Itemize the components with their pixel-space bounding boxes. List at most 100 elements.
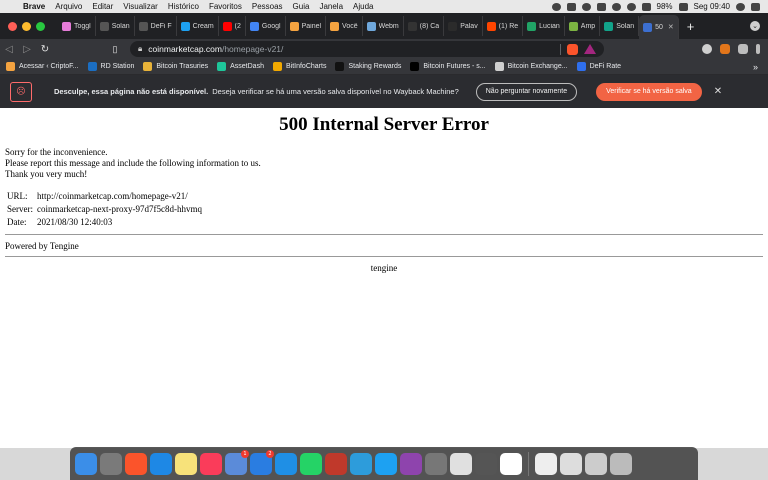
bookmark-item[interactable]: Bitcoin Futures - s...	[410, 62, 486, 71]
dock-notion-icon[interactable]	[500, 452, 522, 475]
bookmark-label: Bitcoin Exchange...	[507, 63, 568, 70]
bookmark-item[interactable]: DeFi Rate	[576, 62, 621, 71]
bookmark-item[interactable]: AssetDash	[217, 62, 264, 71]
dock-screenshot-icon[interactable]	[560, 452, 582, 475]
divider	[5, 256, 763, 257]
minimize-window-button[interactable]	[22, 21, 31, 31]
status-icon[interactable]	[566, 2, 576, 11]
dock-notes-icon[interactable]	[175, 452, 197, 475]
menu-favoritos[interactable]: Favoritos	[204, 2, 247, 11]
profile-extension-icon[interactable]	[702, 44, 712, 54]
dock-calendar-file-icon[interactable]	[585, 452, 607, 475]
dock-sync-icon[interactable]	[275, 452, 297, 475]
menu-historico[interactable]: Histórico	[163, 2, 204, 11]
volume-icon[interactable]	[641, 2, 651, 11]
more-bookmarks-icon[interactable]: »	[753, 62, 768, 72]
tab[interactable]: Palav	[444, 16, 483, 36]
tab[interactable]: DeFi F	[135, 16, 177, 36]
menu-visualizar[interactable]: Visualizar	[118, 2, 163, 11]
dock-search-icon[interactable]	[350, 452, 372, 475]
bookmark-page-icon[interactable]: ▯	[106, 44, 124, 55]
dock-textedit-icon[interactable]	[450, 452, 472, 475]
tab[interactable]: (8) Ca	[404, 16, 445, 36]
bookmark-item[interactable]: RD Station	[87, 62, 134, 71]
new-tab-button[interactable]: +	[679, 19, 703, 34]
clock[interactable]: Seg 09:40	[694, 2, 730, 11]
dock-trash-icon[interactable]	[610, 452, 632, 475]
tab[interactable]: (2	[219, 16, 246, 36]
bookmark-item[interactable]: Bitcoin Trasuries	[143, 62, 208, 71]
close-icon[interactable]: ✕	[714, 86, 722, 97]
bluetooth-icon[interactable]	[611, 2, 621, 11]
reload-icon[interactable]: ↻	[36, 44, 54, 55]
status-icon[interactable]	[551, 2, 561, 11]
menu-janela[interactable]: Janela	[314, 2, 348, 11]
dock-finder-icon[interactable]	[75, 452, 97, 475]
metamask-icon[interactable]	[720, 44, 730, 54]
dock-preview-icon[interactable]: 1	[225, 449, 249, 475]
bookmark-item[interactable]: Bitcoin Exchange...	[494, 62, 568, 71]
battery-icon[interactable]	[678, 2, 688, 11]
dont-ask-again-button[interactable]: Não perguntar novamente	[475, 82, 578, 101]
menu-arquivo[interactable]: Arquivo	[50, 2, 87, 11]
tab[interactable]: Amp	[565, 16, 601, 36]
dock-whatsapp-icon[interactable]	[300, 452, 322, 475]
status-icon[interactable]	[581, 2, 591, 11]
search-icon[interactable]	[736, 2, 745, 11]
brave-rewards-icon[interactable]	[584, 44, 596, 54]
dock-brave-icon[interactable]	[125, 452, 147, 475]
close-window-button[interactable]	[8, 21, 17, 31]
tab[interactable]: Webm	[363, 16, 404, 36]
bookmark-item[interactable]: Staking Rewards	[335, 62, 401, 71]
status-icon[interactable]	[596, 2, 606, 11]
address-bar[interactable]: 🔒︎ coinmarketcap.com/homepage-v21/	[130, 41, 604, 57]
lock-icon[interactable]: 🔒︎	[138, 44, 142, 54]
control-center-icon[interactable]	[751, 2, 760, 11]
tab-search-icon[interactable]: ⌄	[750, 21, 760, 31]
browser-toolbar: ◁ ▷ ↻ ▯ 🔒︎ coinmarketcap.com/homepage-v2…	[0, 39, 768, 59]
battery-percent[interactable]: 98%	[657, 2, 673, 11]
menu-pessoas[interactable]: Pessoas	[247, 2, 288, 11]
tab[interactable]: Cream	[177, 16, 219, 36]
dock-app-store-icon[interactable]: 2	[250, 449, 274, 475]
bookmark-item[interactable]: BitInfoCharts	[272, 62, 326, 71]
dock-klokki-icon[interactable]	[375, 452, 397, 475]
tab[interactable]: Solan	[96, 16, 135, 36]
back-arrow-icon[interactable]: ◁	[0, 44, 18, 55]
menu-ajuda[interactable]: Ajuda	[348, 2, 378, 11]
tab[interactable]: Toggl	[58, 16, 96, 36]
powered-by: Powered by Tengine	[5, 241, 79, 251]
menu-editar[interactable]: Editar	[87, 2, 118, 11]
dock-vlc-icon[interactable]	[425, 452, 447, 475]
wifi-icon[interactable]	[626, 2, 636, 11]
bookmark-item[interactable]: Acessar ‹ CriptoF...	[6, 62, 79, 71]
tab-active[interactable]: 50 ✕	[639, 15, 679, 39]
check-saved-version-button[interactable]: Verificar se há versão salva	[596, 82, 702, 101]
dock-music-icon[interactable]	[200, 452, 222, 475]
tab-label: Solan	[616, 22, 635, 30]
bookmark-favicon-icon	[6, 62, 15, 71]
puzzle-extensions-icon[interactable]	[738, 44, 748, 54]
menu-brave[interactable]: Brave	[18, 2, 50, 11]
tab[interactable]: Lucian	[523, 16, 565, 36]
tab[interactable]: Googl	[246, 16, 286, 36]
menu-guia[interactable]: Guia	[288, 2, 315, 11]
tab[interactable]: Solan	[600, 16, 640, 36]
tab[interactable]: Você	[326, 16, 363, 36]
forward-arrow-icon[interactable]: ▷	[18, 44, 36, 55]
omnibox-divider	[560, 43, 561, 55]
tab[interactable]: (1) Re	[483, 16, 524, 36]
dock-poker-icon[interactable]	[325, 452, 347, 475]
dock-calculator-icon[interactable]	[475, 452, 497, 475]
dock-documents-icon[interactable]	[535, 452, 557, 475]
menu-icon[interactable]	[756, 44, 760, 54]
dock-safari-icon[interactable]	[150, 452, 172, 475]
tab[interactable]: Painel	[286, 16, 327, 36]
tab-favicon-icon	[527, 21, 537, 31]
tab-label: (8) Ca	[419, 22, 440, 30]
brave-shields-icon[interactable]	[567, 43, 578, 55]
dock-launchpad-icon[interactable]	[100, 452, 122, 475]
dock-podcast-icon[interactable]	[400, 452, 422, 475]
zoom-window-button[interactable]	[36, 21, 45, 31]
close-tab-icon[interactable]: ✕	[668, 23, 674, 31]
